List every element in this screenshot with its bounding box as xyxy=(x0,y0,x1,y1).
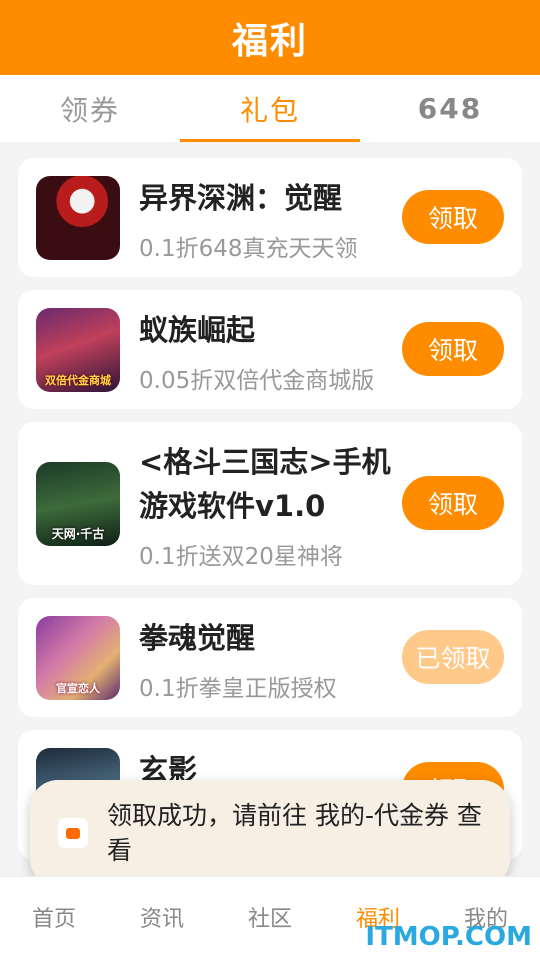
tab-bar: 领券 礼包 648 xyxy=(0,75,540,142)
tab-gift-packs[interactable]: 礼包 xyxy=(180,75,360,142)
claim-button[interactable]: 领取 xyxy=(402,476,504,530)
gift-card[interactable]: 双倍代金商城 蚁族崛起 0.05折双倍代金商城版 领取 xyxy=(18,290,522,409)
game-name: 拳魂觉醒 xyxy=(139,621,256,655)
game-desc: 0.1折648真充天天领 xyxy=(139,236,358,262)
success-toast: 领取成功，请前往 我的-代金券 查看 xyxy=(30,780,510,887)
game-desc: 0.1折送双20星神将 xyxy=(139,544,343,570)
tab-648[interactable]: 648 xyxy=(360,75,540,142)
gift-card[interactable]: 异界深渊：觉醒 0.1折648真充天天领 领取 xyxy=(18,158,522,277)
nav-news[interactable]: 资讯 xyxy=(108,877,216,960)
game-desc: 0.05折双倍代金商城版 xyxy=(139,368,375,394)
game-icon-warrior xyxy=(36,176,120,260)
app-icon xyxy=(58,818,88,848)
nav-community[interactable]: 社区 xyxy=(216,877,324,960)
game-icon-three-kingdoms: 天网·千古 xyxy=(36,462,120,546)
gift-list: 异界深渊：觉醒 0.1折648真充天天领 领取 双倍代金商城 蚁族崛起 0.05… xyxy=(18,158,522,873)
gift-card[interactable]: 官宣恋人 拳魂觉醒 0.1折拳皇正版授权 已领取 xyxy=(18,598,522,717)
game-icon-queen: 双倍代金商城 xyxy=(36,308,120,392)
game-name: 蚁族崛起 xyxy=(139,313,256,347)
game-name: 异界深渊：觉醒 xyxy=(139,181,343,215)
game-icon-fighters: 官宣恋人 xyxy=(36,616,120,700)
claim-button[interactable]: 领取 xyxy=(402,322,504,376)
game-desc: 0.1折拳皇正版授权 xyxy=(139,676,337,702)
page-title: 福利 xyxy=(231,20,308,62)
tab-coupons[interactable]: 领券 xyxy=(0,75,180,142)
game-name: <格斗三国志>手机游戏软件v1.0 xyxy=(139,445,391,523)
game-icon-caption: 官宣恋人 xyxy=(56,682,100,695)
watermark: ITMOP.COM xyxy=(365,922,532,952)
header-bar: 福利 xyxy=(0,0,540,75)
game-icon-caption: 双倍代金商城 xyxy=(45,374,111,387)
game-icon-caption: 天网·千古 xyxy=(51,527,105,541)
toast-message: 领取成功，请前往 我的-代金券 查看 xyxy=(107,801,482,865)
gift-card[interactable]: 天网·千古 <格斗三国志>手机游戏软件v1.0 0.1折送双20星神将 领取 xyxy=(18,422,522,585)
claimed-button[interactable]: 已领取 xyxy=(402,630,504,684)
nav-home[interactable]: 首页 xyxy=(0,877,108,960)
claim-button[interactable]: 领取 xyxy=(402,190,504,244)
